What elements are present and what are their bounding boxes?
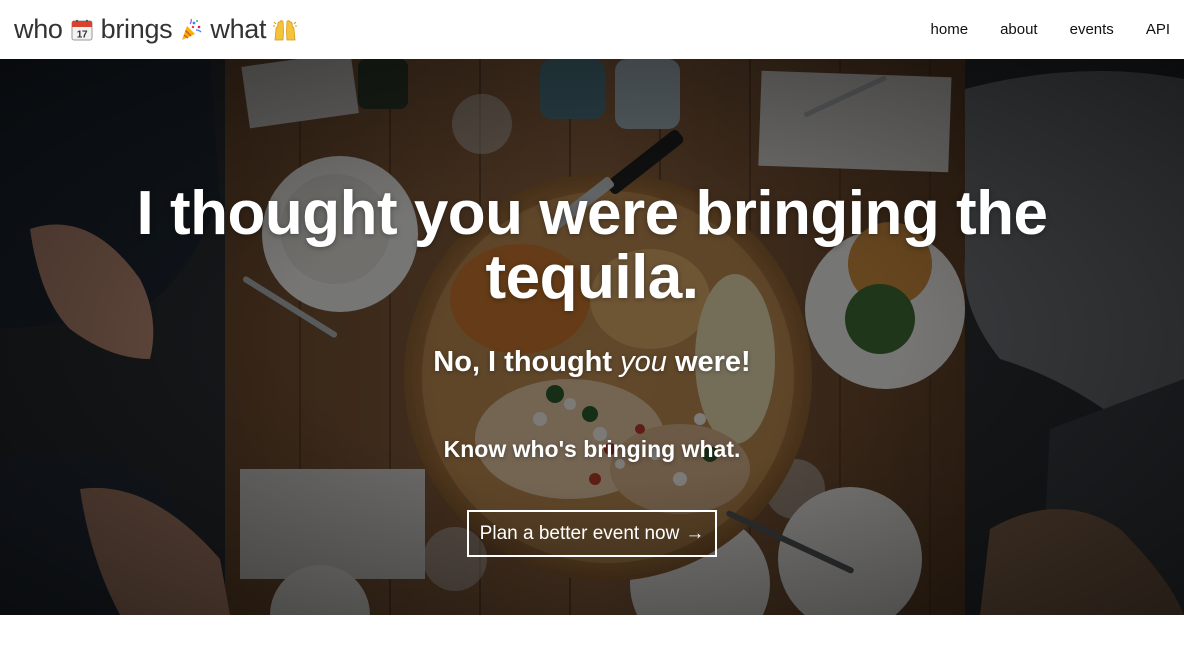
nav-events-link[interactable]: events bbox=[1070, 21, 1114, 38]
hero-tagline: Know who's bringing what. bbox=[443, 436, 741, 462]
nav-about-link[interactable]: about bbox=[1000, 21, 1038, 38]
site-header: who 17 brings what home about events API bbox=[0, 0, 1184, 59]
hero-subline-emphasis: you bbox=[620, 346, 667, 378]
hero-content: I thought you were bringing the tequila.… bbox=[0, 59, 1184, 615]
party-popper-icon bbox=[178, 17, 204, 43]
calendar-day: 17 bbox=[76, 29, 87, 40]
hero-subline-before: No, I thought bbox=[433, 346, 621, 378]
arrow-right-icon: → bbox=[685, 522, 705, 544]
nav-api-link[interactable]: API bbox=[1146, 21, 1170, 38]
hero-subline: No, I thought you were! bbox=[0, 346, 1184, 379]
calendar-icon: 17 bbox=[69, 17, 95, 43]
main-nav: home about events API bbox=[899, 21, 1184, 38]
page-below-hero bbox=[0, 615, 1184, 664]
nav-home-link[interactable]: home bbox=[931, 21, 969, 38]
brand-logo[interactable]: who 17 brings what bbox=[0, 14, 298, 45]
hero-headline-line1: I thought you were bringing the bbox=[136, 179, 1049, 248]
plan-event-button[interactable]: Plan a better event now → bbox=[467, 510, 717, 557]
hero-section: I thought you were bringing the tequila.… bbox=[0, 59, 1184, 615]
raised-hands-icon bbox=[272, 17, 298, 43]
hero-headline: I thought you were bringing the tequila. bbox=[0, 182, 1184, 310]
hero-headline-line2: tequila. bbox=[485, 243, 699, 312]
plan-event-button-label: Plan a better event now bbox=[479, 522, 680, 544]
brand-word-brings: brings bbox=[100, 14, 173, 44]
brand-word-who: who bbox=[14, 14, 63, 44]
hero-subline-after: were! bbox=[666, 346, 751, 378]
brand-word-what: what bbox=[210, 14, 267, 44]
